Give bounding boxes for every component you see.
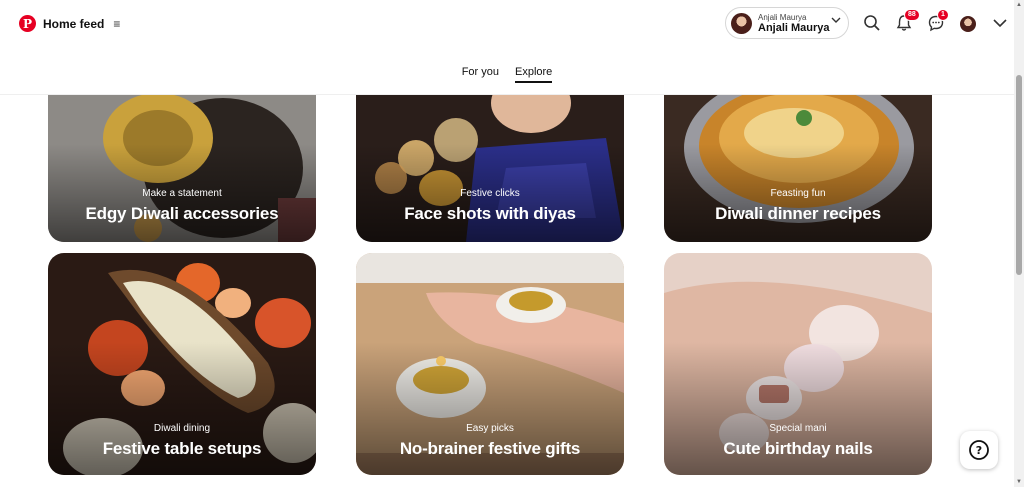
- feed-tabs: For you Explore: [0, 66, 1014, 83]
- card-face-shots-with-diyas[interactable]: Festive clicks Face shots with diyas: [356, 78, 624, 242]
- scroll-up-icon[interactable]: ▲: [1016, 2, 1022, 8]
- card-subtitle: Feasting fun: [770, 188, 826, 199]
- menu-lines-icon[interactable]: ≡: [113, 17, 120, 31]
- tab-explore[interactable]: Explore: [515, 66, 553, 83]
- card-subtitle: Diwali dining: [153, 423, 211, 434]
- profile-avatar[interactable]: [960, 16, 976, 32]
- search-button[interactable]: [861, 12, 883, 34]
- scroll-down-icon[interactable]: ▼: [1016, 479, 1022, 485]
- card-subtitle: Special mani: [769, 423, 827, 434]
- messages-button[interactable]: 1: [925, 9, 949, 34]
- account-switcher[interactable]: Anjali Maurya Anjali Maurya: [725, 7, 849, 39]
- tab-for-you[interactable]: For you: [462, 66, 499, 83]
- card-edgy-diwali-accessories[interactable]: Make a statement Edgy Diwali accessories: [48, 78, 316, 242]
- search-icon: [864, 15, 880, 31]
- card-no-brainer-festive-gifts[interactable]: Easy picks No-brainer festive gifts: [356, 253, 624, 475]
- avatar: [731, 12, 752, 34]
- account-display-name: Anjali Maurya: [758, 22, 830, 34]
- scrollbar[interactable]: ▲ ▼: [1014, 0, 1024, 487]
- page-title[interactable]: Home feed: [43, 17, 104, 31]
- chevron-down-icon[interactable]: [831, 15, 841, 28]
- card-title: No-brainer festive gifts: [399, 439, 581, 458]
- svg-text:?: ?: [976, 444, 982, 457]
- question-icon: ?: [969, 440, 989, 460]
- card-title: Edgy Diwali accessories: [85, 204, 279, 223]
- card-festive-table-setups[interactable]: Diwali dining Festive table setups: [48, 253, 316, 475]
- card-diwali-dinner-recipes[interactable]: Feasting fun Diwali dinner recipes: [664, 78, 932, 242]
- notifications-button[interactable]: 88: [893, 9, 920, 34]
- brand[interactable]: P Home feed ≡: [19, 15, 120, 32]
- messages-badge: 1: [937, 9, 949, 21]
- help-button[interactable]: ?: [960, 431, 998, 469]
- pinterest-logo-icon[interactable]: P: [19, 15, 36, 32]
- card-title: Festive table setups: [102, 439, 262, 458]
- chevron-down-icon: [993, 19, 1007, 28]
- card-title: Diwali dinner recipes: [715, 204, 881, 223]
- notifications-badge: 88: [904, 9, 920, 21]
- account-menu-chevron[interactable]: [989, 12, 1011, 34]
- card-subtitle: Festive clicks: [460, 188, 520, 199]
- card-subtitle: Make a statement: [142, 188, 222, 199]
- card-cute-birthday-nails[interactable]: Special mani Cute birthday nails: [664, 253, 932, 475]
- top-header: P Home feed ≡ Anjali Maurya Anjali Maury…: [0, 0, 1014, 95]
- card-title: Cute birthday nails: [723, 439, 873, 458]
- card-title: Face shots with diyas: [404, 204, 576, 223]
- card-subtitle: Easy picks: [466, 423, 514, 434]
- scrollbar-thumb[interactable]: [1016, 75, 1022, 275]
